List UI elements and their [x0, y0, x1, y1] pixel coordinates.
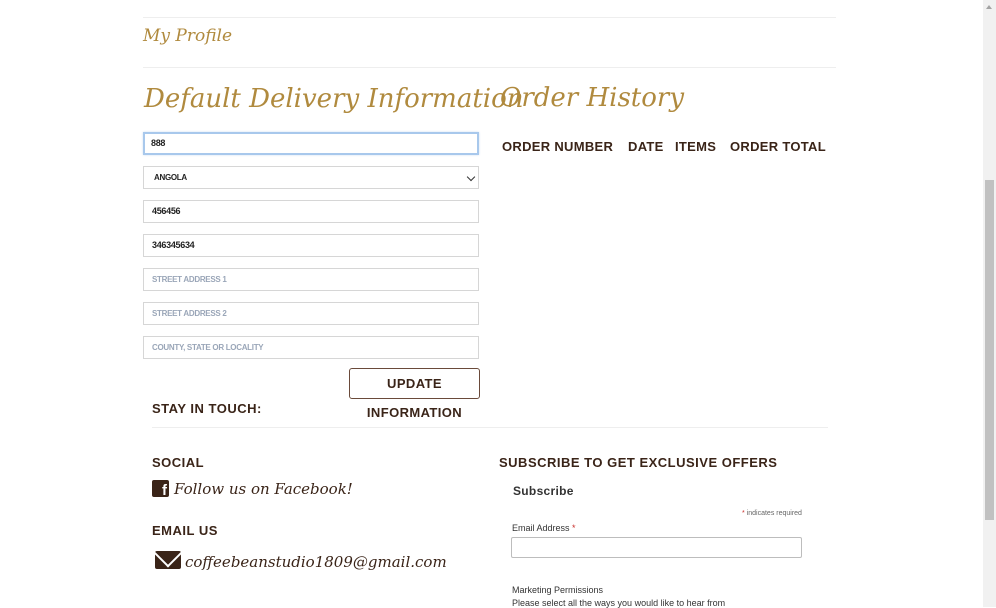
- house-number-input[interactable]: 888: [143, 132, 479, 155]
- top-divider: [143, 17, 836, 18]
- stay-in-touch-heading: STAY IN TOUCH:: [152, 401, 262, 416]
- chevron-down-icon: [466, 172, 476, 182]
- page-scrollbar[interactable]: [983, 0, 996, 607]
- update-information-button[interactable]: UPDATE INFORMATION: [349, 368, 480, 420]
- required-note-text: indicates required: [746, 510, 802, 517]
- facebook-link[interactable]: Follow us on Facebook!: [174, 480, 353, 498]
- date-header: DATE: [628, 139, 664, 154]
- postcode-input[interactable]: 456456: [143, 200, 479, 223]
- scroll-up-arrow-icon[interactable]: [983, 0, 996, 14]
- subscribe-heading: SUBSCRIBE TO GET EXCLUSIVE OFFERS: [499, 455, 778, 470]
- order-number-header: ORDER NUMBER: [502, 139, 614, 154]
- profile-divider: [143, 67, 836, 68]
- email-address-label: Email Address *: [512, 523, 576, 533]
- order-history-title: Order History: [500, 83, 685, 113]
- envelope-icon[interactable]: [155, 551, 181, 569]
- country-select[interactable]: ANGOLA: [143, 166, 479, 189]
- required-note: * indicates required: [742, 510, 802, 517]
- delivery-title: Default Delivery Information: [144, 84, 524, 114]
- email-address-label-text: Email Address: [512, 523, 570, 533]
- facebook-square-icon[interactable]: f: [152, 480, 169, 497]
- items-header: ITEMS: [675, 139, 717, 154]
- my-profile-link[interactable]: My Profile: [143, 26, 232, 46]
- required-asterisk: *: [572, 523, 576, 533]
- marketing-permissions-title: Marketing Permissions: [512, 585, 604, 595]
- street-address-1-input[interactable]: STREET ADDRESS 1: [143, 268, 479, 291]
- street-address-2-input[interactable]: STREET ADDRESS 2: [143, 302, 479, 325]
- phone-input[interactable]: 346345634: [143, 234, 479, 257]
- email-us-heading: EMAIL US: [152, 523, 218, 538]
- scrollbar-thumb[interactable]: [985, 180, 994, 520]
- subscribe-title: Subscribe: [513, 484, 574, 498]
- country-select-value: ANGOLA: [154, 173, 187, 182]
- social-heading: SOCIAL: [152, 455, 205, 470]
- county-input[interactable]: COUNTY, STATE OR LOCALITY: [143, 336, 479, 359]
- email-link[interactable]: coffeebeanstudio1809@gmail.com: [185, 553, 447, 571]
- order-total-header: ORDER TOTAL: [730, 139, 826, 154]
- footer-divider: [152, 427, 828, 428]
- subscribe-email-input[interactable]: [511, 537, 802, 558]
- required-asterisk: *: [742, 510, 745, 517]
